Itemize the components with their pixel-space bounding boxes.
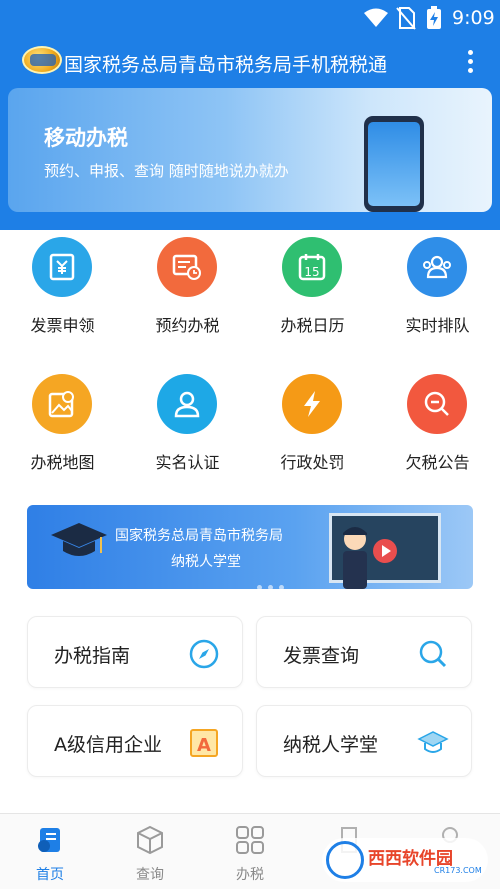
watermark-sub: CR173.COM: [434, 866, 482, 875]
card-tax-guide[interactable]: 办税指南: [27, 616, 243, 688]
card-label: A级信用企业: [54, 734, 162, 756]
lightning-icon: [282, 374, 342, 434]
no-sim-icon: [396, 7, 416, 30]
card-label: 纳税人学堂: [283, 734, 379, 756]
promo-banner[interactable]: 移动办税 预约、申报、查询 随时随地说办就办: [8, 88, 492, 212]
home-icon: [38, 828, 60, 852]
grid-label: 预约办税: [155, 316, 220, 335]
nav-query[interactable]: 查询: [100, 814, 200, 889]
status-time: 9:09: [452, 7, 495, 29]
grid-label: 行政处罚: [280, 453, 345, 472]
school-banner-line1: 国家税务总局青岛市税务局: [115, 528, 283, 544]
grid-item-tax-arrears[interactable]: 欠税公告: [375, 367, 500, 497]
app-title: 国家税务总局青岛市税务局手机税税通: [64, 54, 388, 76]
banner-subtitle: 预约、申报、查询 随时随地说办就办: [44, 162, 289, 180]
watermark: 西西软件园 CR173.COM: [322, 838, 488, 882]
school-banner-line2: 纳税人学堂: [171, 554, 241, 570]
grid-item-live-queue[interactable]: 实时排队: [375, 230, 500, 360]
search-minus-icon: [407, 374, 467, 434]
search-icon: [419, 640, 447, 668]
graduation-cap-illustration: [51, 523, 107, 556]
watermark-logo: [326, 841, 364, 879]
svg-text:A: A: [197, 735, 211, 756]
compass-icon: [189, 639, 219, 669]
carousel-dots: [257, 575, 290, 589]
app-bar: 国家税务总局青岛市税务局手机税税通: [0, 40, 500, 84]
cube-icon: [137, 825, 163, 855]
grid-item-tax-calendar[interactable]: 15 办税日历: [250, 230, 375, 360]
grid-label: 发票申领: [30, 316, 95, 335]
grid-label: 实时排队: [405, 316, 470, 335]
grid-label: 办税地图: [30, 453, 95, 472]
grid-item-tax-map[interactable]: 办税地图: [0, 367, 125, 497]
map-icon: [32, 374, 92, 434]
grid-item-real-name[interactable]: 实名认证: [125, 367, 250, 497]
card-label: 发票查询: [283, 645, 360, 667]
grid-label: 实名认证: [155, 453, 220, 472]
banner-title: 移动办税: [44, 126, 128, 150]
card-taxpayer-school[interactable]: 纳税人学堂: [256, 705, 472, 777]
user-icon: [157, 374, 217, 434]
graduation-cap-icon: [417, 731, 449, 753]
queue-icon: [407, 237, 467, 297]
grid-item-penalty[interactable]: 行政处罚: [250, 367, 375, 497]
battery-charging-icon: [427, 6, 441, 29]
grade-a-icon: A: [190, 729, 218, 757]
apps-icon: [236, 826, 264, 854]
nav-home[interactable]: 首页: [0, 814, 100, 889]
play-icon: [373, 539, 397, 563]
nav-label: 办税: [236, 867, 264, 883]
nav-tax[interactable]: 办税: [200, 814, 300, 889]
appointment-icon: [157, 237, 217, 297]
grid-label: 欠税公告: [405, 453, 470, 472]
card-invoice-query[interactable]: 发票查询: [256, 616, 472, 688]
card-a-grade-credit[interactable]: A级信用企业 A: [27, 705, 243, 777]
more-menu-icon[interactable]: [464, 48, 476, 76]
app-logo: [22, 46, 62, 74]
taxpayer-school-banner[interactable]: 国家税务总局青岛市税务局 纳税人学堂: [27, 505, 473, 589]
officer-illustration: [343, 527, 367, 589]
phone-illustration: [364, 116, 424, 212]
nav-label: 首页: [36, 867, 64, 883]
grid-item-appointment[interactable]: 预约办税: [125, 230, 250, 360]
nav-label: 查询: [136, 867, 164, 883]
wifi-icon: [364, 8, 388, 27]
card-label: 办税指南: [54, 645, 131, 667]
invoice-icon: [32, 237, 92, 297]
calendar-day: 15: [304, 265, 319, 279]
grid-label: 办税日历: [280, 316, 345, 335]
calendar-icon: 15: [282, 237, 342, 297]
grid-item-invoice-apply[interactable]: 发票申领: [0, 230, 125, 360]
status-bar: 9:09: [0, 0, 500, 36]
